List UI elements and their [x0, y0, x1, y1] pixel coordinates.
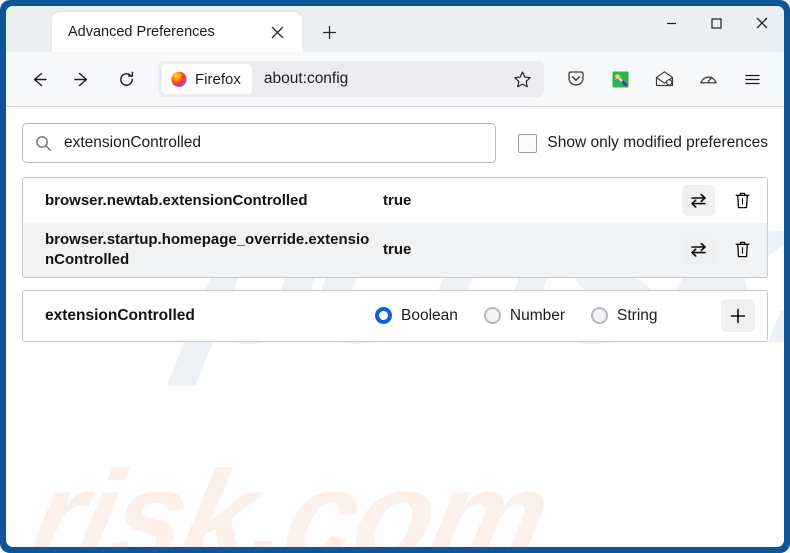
table-row[interactable]: browser.startup.homepage_override.extens… — [23, 223, 767, 277]
maximize-button[interactable] — [694, 6, 739, 40]
radio-string-dot[interactable] — [591, 307, 609, 325]
table-row[interactable]: browser.newtab.extensionControlled true — [23, 178, 767, 223]
window-controls — [649, 6, 784, 40]
reload-icon[interactable] — [109, 62, 143, 96]
about-config-page: pcrisk.com risk.com extensionControlled … — [6, 107, 784, 547]
toolbar-right-icons — [554, 62, 774, 96]
identity-label: Firefox — [195, 70, 241, 88]
tab-strip: Advanced Preferences — [6, 6, 784, 52]
browser-tab[interactable]: Advanced Preferences — [52, 12, 302, 52]
pref-value: true — [383, 241, 412, 259]
pref-name: browser.startup.homepage_override.extens… — [45, 231, 370, 268]
pref-name: browser.newtab.extensionControlled — [45, 191, 308, 209]
add-preference-button[interactable] — [721, 299, 755, 333]
close-tab-icon[interactable] — [264, 19, 290, 45]
mail-icon[interactable] — [647, 62, 681, 96]
toggle-arrows-icon[interactable] — [682, 185, 715, 216]
close-window-button[interactable] — [739, 6, 784, 40]
url-text[interactable]: about:config — [264, 70, 508, 88]
firefox-logo-icon — [170, 70, 188, 88]
forward-icon[interactable] — [65, 62, 99, 96]
show-modified-checkbox-group[interactable]: Show only modified preferences — [518, 133, 768, 153]
trash-icon[interactable] — [729, 185, 755, 216]
show-modified-label: Show only modified preferences — [547, 134, 768, 151]
magic-wand-extension-icon[interactable] — [603, 62, 637, 96]
window-frame: Advanced Preferences Firefox about:confi… — [0, 0, 790, 553]
radio-boolean-label: Boolean — [401, 306, 458, 324]
search-row: extensionControlled Show only modified p… — [22, 123, 768, 163]
radio-option-number[interactable]: Number — [483, 306, 566, 325]
trash-icon[interactable] — [729, 234, 755, 265]
radio-option-boolean[interactable]: Boolean — [375, 307, 458, 325]
back-icon[interactable] — [21, 62, 55, 96]
identity-chip[interactable]: Firefox — [162, 64, 252, 94]
bookmark-star-icon[interactable] — [508, 65, 536, 93]
search-icon — [35, 135, 52, 152]
radio-number-label: Number — [509, 306, 566, 324]
preferences-table: browser.newtab.extensionControlled true — [22, 177, 768, 278]
browser-window: Advanced Preferences Firefox about:confi… — [6, 6, 784, 547]
toggle-arrows-icon[interactable] — [682, 234, 715, 266]
minimize-button[interactable] — [649, 6, 694, 40]
new-tab-button[interactable] — [312, 15, 346, 49]
radio-number-dot[interactable] — [483, 307, 501, 325]
new-pref-type-options: Boolean Number String — [375, 307, 721, 325]
new-pref-name: extensionControlled — [45, 306, 195, 324]
radio-option-string[interactable]: String — [591, 307, 658, 325]
search-input-value[interactable]: extensionControlled — [64, 134, 483, 152]
navigation-toolbar: Firefox about:config — [6, 52, 784, 107]
pref-value: true — [383, 192, 412, 209]
radio-string-label: String — [617, 306, 658, 324]
watermark-bottom: risk.com — [18, 445, 560, 547]
tab-title: Advanced Preferences — [68, 24, 215, 40]
address-bar[interactable]: Firefox about:config — [158, 61, 544, 97]
pref-actions — [682, 234, 755, 266]
radio-boolean-dot[interactable] — [375, 307, 392, 325]
speedometer-icon[interactable] — [691, 62, 725, 96]
hamburger-menu-icon[interactable] — [735, 62, 769, 96]
new-preference-row: extensionControlled Boolean Number Strin… — [23, 291, 767, 341]
show-modified-checkbox[interactable] — [518, 133, 538, 153]
search-input[interactable]: extensionControlled — [22, 123, 497, 163]
new-preference-panel: extensionControlled Boolean Number Strin… — [22, 289, 768, 342]
pocket-icon[interactable] — [559, 62, 593, 96]
pref-actions — [682, 185, 755, 216]
